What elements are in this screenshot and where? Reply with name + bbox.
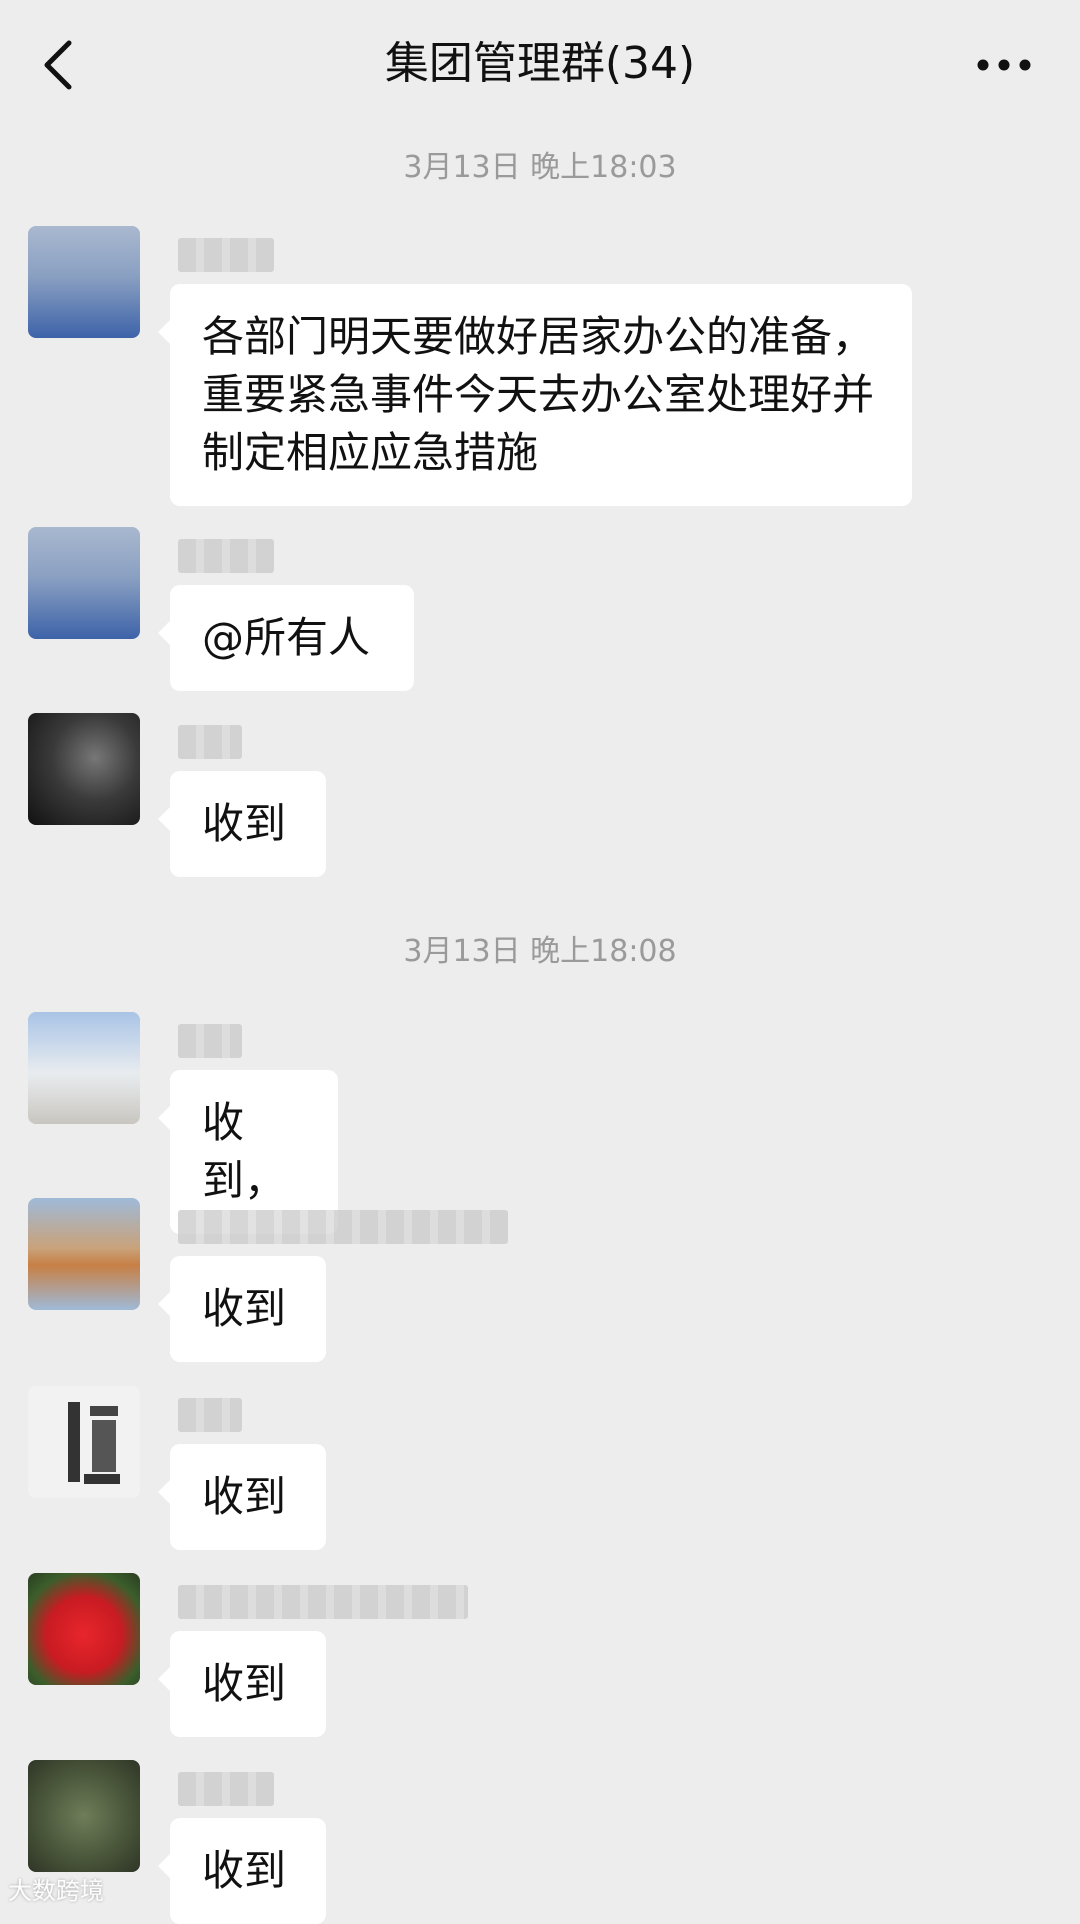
message-bubble[interactable]: 各部门明天要做好居家办公的准备，重要紧急事件今天去办公室处理好并制定相应应急措施 bbox=[158, 284, 912, 506]
message-bubble[interactable]: 收到 bbox=[158, 1818, 326, 1924]
avatar[interactable] bbox=[28, 1012, 140, 1124]
sender-name-blurred bbox=[178, 725, 242, 759]
sender-name-blurred bbox=[178, 539, 274, 573]
avatar[interactable] bbox=[28, 1760, 140, 1872]
message-bubble[interactable]: 收到 bbox=[158, 1256, 326, 1362]
watermark: 大数跨境 bbox=[8, 1871, 104, 1906]
sender-name-blurred bbox=[178, 1210, 508, 1244]
sender-name-blurred bbox=[178, 1398, 242, 1432]
message-bubble[interactable]: @所有人 bbox=[158, 585, 414, 691]
chat-header: 集团管理群(34) bbox=[0, 0, 1080, 132]
avatar[interactable] bbox=[28, 1386, 140, 1498]
sender-name-blurred bbox=[178, 1772, 274, 1806]
avatar[interactable] bbox=[28, 1198, 140, 1310]
message-bubble[interactable]: 收到 bbox=[158, 1631, 326, 1737]
avatar[interactable] bbox=[28, 713, 140, 825]
sender-name-blurred bbox=[178, 1024, 242, 1058]
avatar[interactable] bbox=[28, 1573, 140, 1685]
sender-name-blurred bbox=[178, 1585, 468, 1619]
watermark-text: 大数跨境 bbox=[8, 1877, 104, 1905]
more-dots-icon bbox=[977, 59, 1031, 71]
message-bubble[interactable]: 收到 bbox=[158, 1444, 326, 1550]
timestamp: 3月13日 晚上18:08 bbox=[403, 934, 677, 969]
timestamp: 3月13日 晚上18:03 bbox=[403, 150, 677, 185]
chat-title: 集团管理群(34) bbox=[384, 38, 696, 89]
avatar[interactable] bbox=[28, 226, 140, 338]
avatar[interactable] bbox=[28, 527, 140, 639]
calligraphy-avatar-icon bbox=[68, 1402, 120, 1484]
more-button[interactable] bbox=[964, 30, 1044, 100]
sender-name-blurred bbox=[178, 238, 274, 272]
message-bubble[interactable]: 收到 bbox=[158, 771, 326, 877]
